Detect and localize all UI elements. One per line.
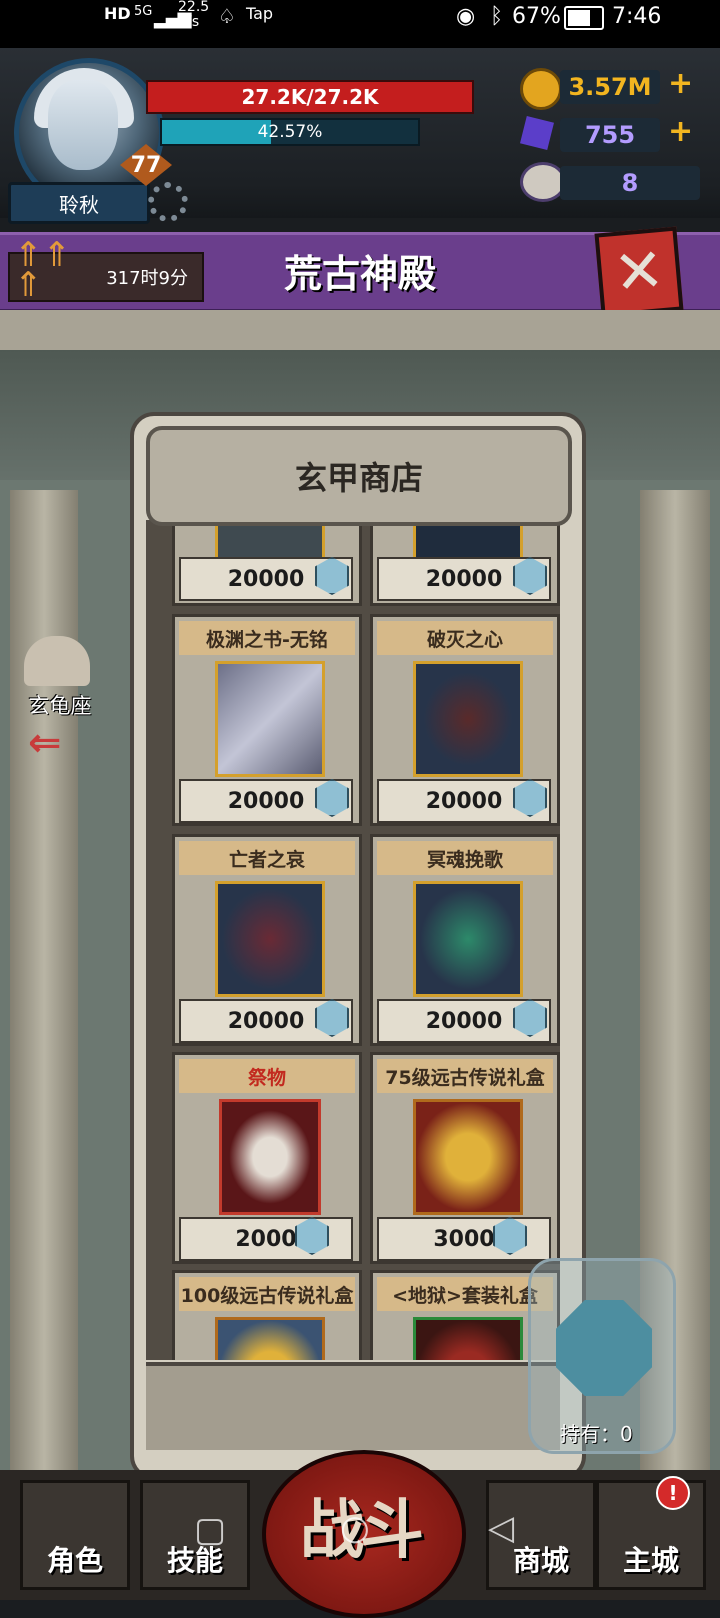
- ram-skull-icon: [219, 1099, 321, 1215]
- item-name: 100级远古传说礼盒: [179, 1277, 355, 1311]
- item-name: 祭物: [179, 1059, 355, 1093]
- thorn-heart-icon: [413, 661, 523, 777]
- shop-footer-ornament: [146, 1362, 560, 1450]
- gold-amount: 3.57M: [560, 70, 660, 104]
- upgrade-arrows-icon: ⇑⇑ ⇑: [14, 235, 71, 305]
- side-nav-label[interactable]: 玄龟座: [20, 690, 100, 720]
- bone-scythe-icon: [215, 881, 325, 997]
- player-name: 聆秋: [8, 182, 150, 224]
- shop-item-card[interactable]: 20000: [172, 520, 362, 606]
- gold-coin-icon: [520, 68, 562, 110]
- item-name: 冥魂挽歌: [377, 841, 553, 875]
- qq-icon: ♤: [218, 4, 236, 28]
- item-name: 极渊之书-无铭: [179, 621, 355, 655]
- hp-bar: 27.2K/27.2K: [146, 80, 474, 114]
- skull-amount: 8: [560, 166, 700, 200]
- settings-gear-icon[interactable]: [148, 182, 188, 222]
- treasure-chest-icon: [413, 1099, 523, 1215]
- item-price-value: 20000: [425, 788, 503, 814]
- add-gold-button[interactable]: +: [668, 66, 693, 101]
- dragon-chest-icon: [215, 1317, 325, 1360]
- jade-gem-icon: [556, 1300, 652, 1396]
- nav-city-label: 主城: [622, 1544, 679, 1577]
- clock: 7:46: [612, 4, 662, 29]
- shop-item-card[interactable]: 20000: [370, 520, 560, 606]
- nav-character-label: 角色: [46, 1544, 103, 1577]
- shop-item-card[interactable]: 亡者之哀 20000: [172, 834, 362, 1046]
- jade-scythe-icon: [413, 881, 523, 997]
- notification-badge: !: [656, 1476, 690, 1510]
- item-price-value: 20000: [425, 566, 503, 592]
- temple-lintel: [0, 310, 720, 354]
- system-status-bar: HD 5G ▂▄▆ 22.5 K/s ♤ Tap ◉ ᛒ 67% 7:46: [0, 0, 720, 48]
- home-icon[interactable]: ○: [340, 1508, 370, 1548]
- back-arrow-icon[interactable]: ⇐: [28, 723, 100, 763]
- page-title: 荒古神殿: [283, 251, 436, 296]
- shop-item-card[interactable]: 破灭之心 20000: [370, 614, 560, 826]
- shop-title: 玄甲商店: [146, 426, 572, 526]
- avatar-face: [48, 80, 118, 170]
- add-crystal-button[interactable]: +: [668, 114, 693, 149]
- turtle-statue-icon[interactable]: [24, 636, 90, 686]
- shop-item-card[interactable]: 75级远古传说礼盒 3000: [370, 1052, 560, 1264]
- battery-percent: 67%: [512, 4, 561, 29]
- tap-app-indicator: Tap: [246, 4, 274, 23]
- shop-item-card[interactable]: 极渊之书-无铭 20000: [172, 614, 362, 826]
- item-price-value: 20000: [227, 788, 305, 814]
- recents-icon[interactable]: ▢: [194, 1510, 226, 1550]
- item-name: <地狱>套装礼盒: [377, 1277, 553, 1311]
- xp-percent: 42.57%: [257, 122, 323, 142]
- item-name: 破灭之心: [377, 621, 553, 655]
- nav-shop-label: 商城: [512, 1544, 569, 1577]
- hd-indicator: HD: [104, 4, 131, 23]
- shop-item-card[interactable]: 100级远古传说礼盒: [172, 1270, 362, 1360]
- hell-set-icon: [413, 1317, 523, 1360]
- item-name: 亡者之哀: [179, 841, 355, 875]
- held-count: 持有：0: [560, 1422, 633, 1446]
- item-name: 75级远古传说礼盒: [377, 1059, 553, 1093]
- crystal-amount: 755: [560, 118, 660, 152]
- battery-icon: [564, 6, 604, 30]
- item-price-value: 20000: [227, 566, 305, 592]
- xp-bar: 42.57%: [160, 118, 420, 146]
- back-icon[interactable]: ◁: [488, 1508, 514, 1548]
- item-price-value: 20000: [227, 1008, 305, 1034]
- item-price-value: 2000: [235, 1226, 297, 1252]
- shop-item-card[interactable]: 祭物 2000: [172, 1052, 362, 1264]
- scroll-icon: [215, 661, 325, 777]
- item-price-value: 20000: [425, 1008, 503, 1034]
- eye-icon: ◉: [456, 4, 476, 29]
- shop-item-list[interactable]: 20000 20000 极渊之书-无铭 20000 破灭之心 20000 亡者之…: [146, 520, 560, 1360]
- shop-item-card[interactable]: 冥魂挽歌 20000: [370, 834, 560, 1046]
- network-indicator: 5G: [134, 4, 153, 19]
- net-speed: 22.5 K/s: [178, 0, 210, 30]
- close-button[interactable]: ✕: [594, 226, 684, 318]
- nav-character-button[interactable]: 角色: [20, 1480, 130, 1590]
- item-price-value: 3000: [433, 1226, 495, 1252]
- bluetooth-icon: ᛒ: [490, 4, 504, 29]
